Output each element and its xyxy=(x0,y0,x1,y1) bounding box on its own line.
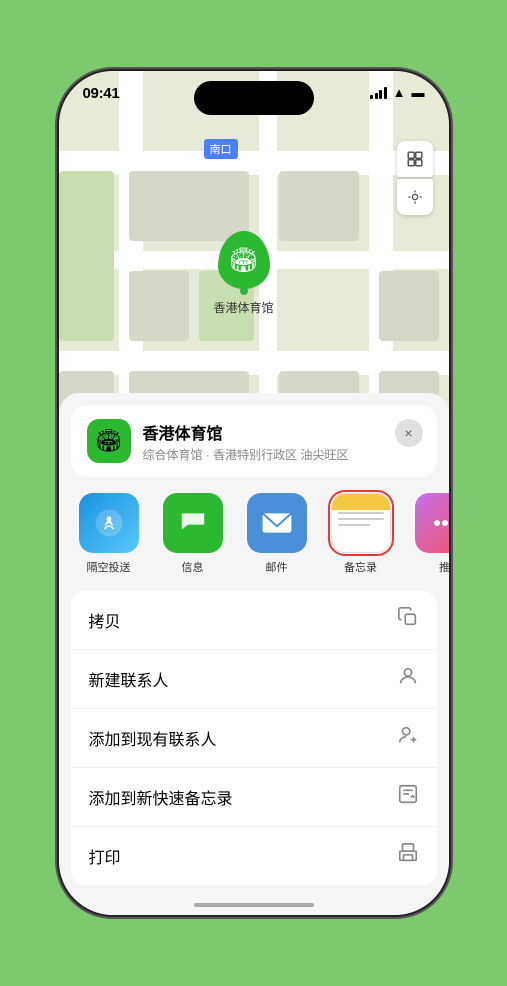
print-icon xyxy=(397,842,419,870)
mail-label: 邮件 xyxy=(266,559,288,575)
notes-lines xyxy=(338,512,384,526)
action-add-existing[interactable]: 添加到现有联系人 xyxy=(71,709,437,768)
mail-icon-box xyxy=(247,493,307,553)
more-icon-box xyxy=(415,493,449,553)
new-contact-icon xyxy=(397,665,419,693)
signal-icon xyxy=(370,87,387,99)
action-print[interactable]: 打印 xyxy=(71,827,437,885)
action-copy-label: 拷贝 xyxy=(89,608,121,632)
location-button[interactable] xyxy=(397,179,433,215)
stadium-icon: 🏟 xyxy=(228,246,258,275)
airdrop-label: 隔空投送 xyxy=(87,559,131,575)
status-time: 09:41 xyxy=(83,85,120,102)
location-info: 香港体育馆 综合体育馆 · 香港特别行政区 油尖旺区 xyxy=(143,420,421,463)
share-item-more[interactable]: 推 xyxy=(411,493,449,575)
status-icons: ▲ ▬ xyxy=(370,85,424,100)
message-label: 信息 xyxy=(182,559,204,575)
action-add-note[interactable]: 添加到新快速备忘录 xyxy=(71,768,437,827)
wifi-icon: ▲ xyxy=(393,85,406,100)
share-item-mail[interactable]: 邮件 xyxy=(243,493,311,575)
action-new-contact[interactable]: 新建联系人 xyxy=(71,650,437,709)
location-name: 香港体育馆 xyxy=(143,420,421,444)
map-block xyxy=(379,271,439,341)
phone-screen: 09:41 ▲ ▬ xyxy=(59,71,449,915)
airdrop-icon-box xyxy=(79,493,139,553)
add-existing-icon xyxy=(397,724,419,752)
location-desc: 综合体育馆 · 香港特别行政区 油尖旺区 xyxy=(143,446,421,463)
stadium-marker-name: 香港体育馆 xyxy=(214,299,274,316)
map-block xyxy=(129,271,189,341)
copy-icon xyxy=(397,606,419,634)
stadium-pin: 🏟 xyxy=(218,231,270,289)
close-button[interactable]: × xyxy=(395,419,423,447)
bottom-sheet: 🏟 香港体育馆 综合体育馆 · 香港特别行政区 油尖旺区 × xyxy=(59,393,449,915)
action-copy[interactable]: 拷贝 xyxy=(71,591,437,650)
action-add-note-label: 添加到新快速备忘录 xyxy=(89,785,233,809)
phone-frame: 09:41 ▲ ▬ xyxy=(59,71,449,915)
dynamic-island xyxy=(194,81,314,115)
action-new-contact-label: 新建联系人 xyxy=(89,667,169,691)
action-print-label: 打印 xyxy=(89,844,121,868)
share-item-message[interactable]: 信息 xyxy=(159,493,227,575)
message-icon-box xyxy=(163,493,223,553)
map-block xyxy=(279,171,359,241)
battery-icon: ▬ xyxy=(412,85,425,100)
notes-label: 备忘录 xyxy=(344,559,377,575)
map-label: 南口 xyxy=(204,139,238,159)
location-card: 🏟 香港体育馆 综合体育馆 · 香港特别行政区 油尖旺区 × xyxy=(71,405,437,477)
more-label: 推 xyxy=(439,559,449,575)
share-item-notes[interactable]: 备忘录 xyxy=(327,493,395,575)
action-list: 拷贝 新建联系人 xyxy=(71,591,437,885)
add-note-icon xyxy=(397,783,419,811)
home-indicator xyxy=(194,903,314,907)
share-row: 隔空投送 信息 xyxy=(59,477,449,583)
notes-icon-box xyxy=(331,493,391,553)
location-card-icon: 🏟 xyxy=(87,419,131,463)
stadium-marker[interactable]: 🏟 香港体育馆 xyxy=(214,231,274,316)
notes-header xyxy=(332,494,390,510)
map-controls xyxy=(397,141,433,215)
share-item-airdrop[interactable]: 隔空投送 xyxy=(75,493,143,575)
map-view-toggle[interactable] xyxy=(397,141,433,177)
action-add-existing-label: 添加到现有联系人 xyxy=(89,726,217,750)
map-green-block xyxy=(59,171,114,341)
